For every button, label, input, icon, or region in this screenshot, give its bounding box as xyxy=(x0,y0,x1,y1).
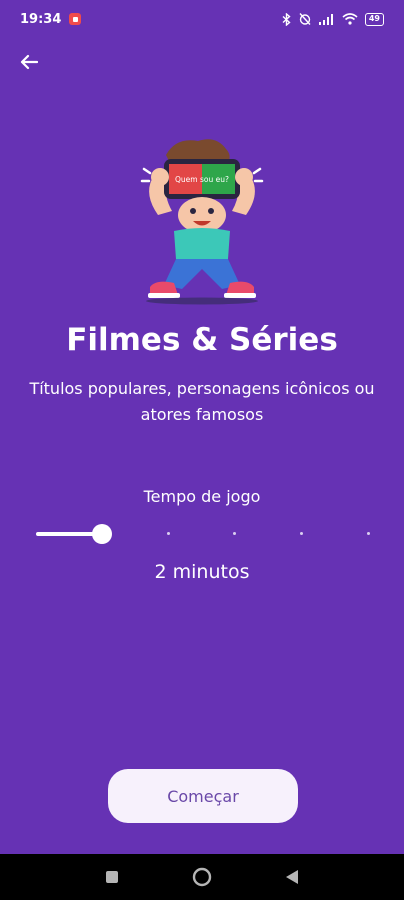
status-bar: 19:34 49 xyxy=(0,0,404,38)
slider-tick xyxy=(367,532,370,535)
category-description: Títulos populares, personagens icônicos … xyxy=(29,379,375,424)
category-title: Filmes & Séries xyxy=(66,322,338,358)
circle-icon xyxy=(192,867,212,887)
status-right: 49 xyxy=(282,12,384,26)
slider-thumb[interactable] xyxy=(92,524,112,544)
battery-icon: 49 xyxy=(364,12,384,26)
alarm-off-icon xyxy=(299,13,311,25)
slider-tick xyxy=(233,532,236,535)
slider-tick xyxy=(167,532,170,535)
start-button[interactable]: Começar xyxy=(108,769,298,823)
slider-tick xyxy=(300,532,303,535)
wifi-icon xyxy=(342,13,358,25)
status-left: 19:34 xyxy=(20,11,82,27)
battery-level: 49 xyxy=(368,14,380,23)
system-nav-bar xyxy=(0,854,404,900)
illustration-screen-text: Quem sou eu? xyxy=(175,175,229,184)
character-illustration: Quem sou eu? xyxy=(140,139,264,305)
triangle-left-icon xyxy=(286,870,298,884)
arrow-left-icon xyxy=(20,54,38,70)
bluetooth-icon xyxy=(282,12,291,26)
recents-button[interactable] xyxy=(102,867,122,887)
status-time: 19:34 xyxy=(20,11,62,27)
game-time-label: Tempo de jogo xyxy=(143,487,261,506)
game-time-value: 2 minutos xyxy=(154,561,250,583)
record-icon xyxy=(69,13,82,25)
square-icon xyxy=(106,871,118,883)
back-nav-button[interactable] xyxy=(282,867,302,887)
back-button[interactable] xyxy=(14,48,44,76)
home-button[interactable] xyxy=(192,867,212,887)
game-time-slider[interactable] xyxy=(34,520,370,548)
signal-icon xyxy=(318,14,333,25)
